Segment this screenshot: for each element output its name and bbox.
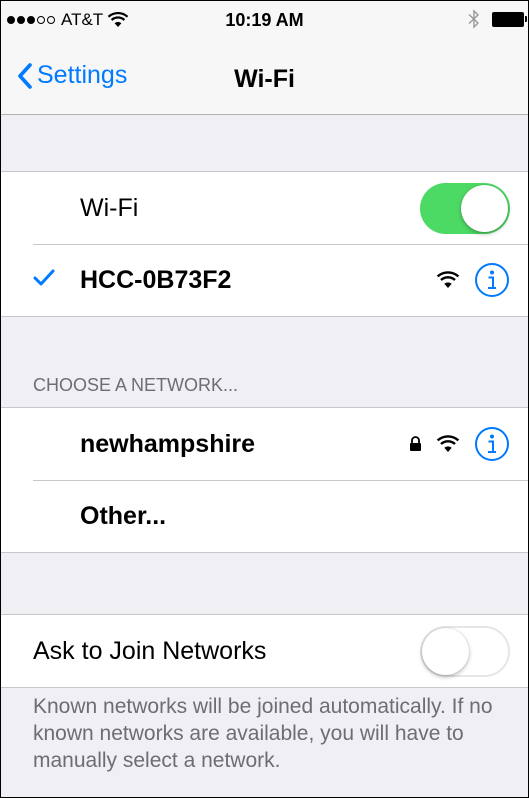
ask-to-join-toggle-container	[420, 625, 510, 677]
connected-network-accessories	[436, 262, 510, 298]
wifi-toggle-container	[420, 182, 510, 234]
ask-to-join-label: Ask to Join Networks	[33, 636, 267, 665]
ask-to-join-group: Ask to Join Networks	[1, 614, 528, 688]
ask-to-join-toggle-switch[interactable]	[420, 625, 510, 677]
page-title: Wi-Fi	[234, 65, 295, 93]
checkmark-icon	[33, 269, 55, 286]
networks-group: newhampshire Other...	[1, 407, 528, 553]
navigation-bar: Settings Wi-Fi	[1, 41, 528, 115]
wifi-group: Wi-Fi HCC-0B73F2	[1, 171, 528, 317]
status-time: 10:19 AM	[225, 10, 304, 30]
wifi-toggle-label: Wi-Fi	[80, 193, 139, 222]
info-icon[interactable]	[474, 262, 510, 298]
status-bar: AT&T 10:19 AM	[1, 1, 528, 41]
ask-to-join-footer: Known networks will be joined automatica…	[33, 695, 493, 772]
network-accessories	[409, 426, 510, 462]
wifi-icon	[436, 271, 460, 288]
other-network-label: Other...	[80, 501, 167, 530]
wifi-settings-screen: AT&T 10:19 AM Settings Wi-Fi Wi-Fi HCC-0…	[0, 0, 529, 798]
other-network-row[interactable]: Other...	[1, 480, 528, 552]
status-right	[468, 9, 527, 29]
info-icon[interactable]	[474, 426, 510, 462]
wifi-icon	[436, 435, 460, 452]
choose-network-header: CHOOSE A NETWORK...	[33, 375, 239, 395]
network-name: newhampshire	[80, 429, 256, 458]
network-row[interactable]: newhampshire	[1, 408, 528, 480]
bluetooth-icon	[468, 9, 480, 29]
connected-network-row[interactable]: HCC-0B73F2	[1, 244, 528, 316]
battery-icon	[492, 11, 527, 27]
wifi-toggle-row: Wi-Fi	[1, 172, 528, 244]
lock-icon	[410, 436, 421, 451]
wifi-toggle-switch[interactable]	[420, 182, 510, 234]
toggle-knob	[461, 184, 508, 232]
toggle-knob	[422, 627, 469, 675]
ask-to-join-row: Ask to Join Networks	[1, 615, 528, 687]
connected-network-name: HCC-0B73F2	[80, 265, 232, 294]
